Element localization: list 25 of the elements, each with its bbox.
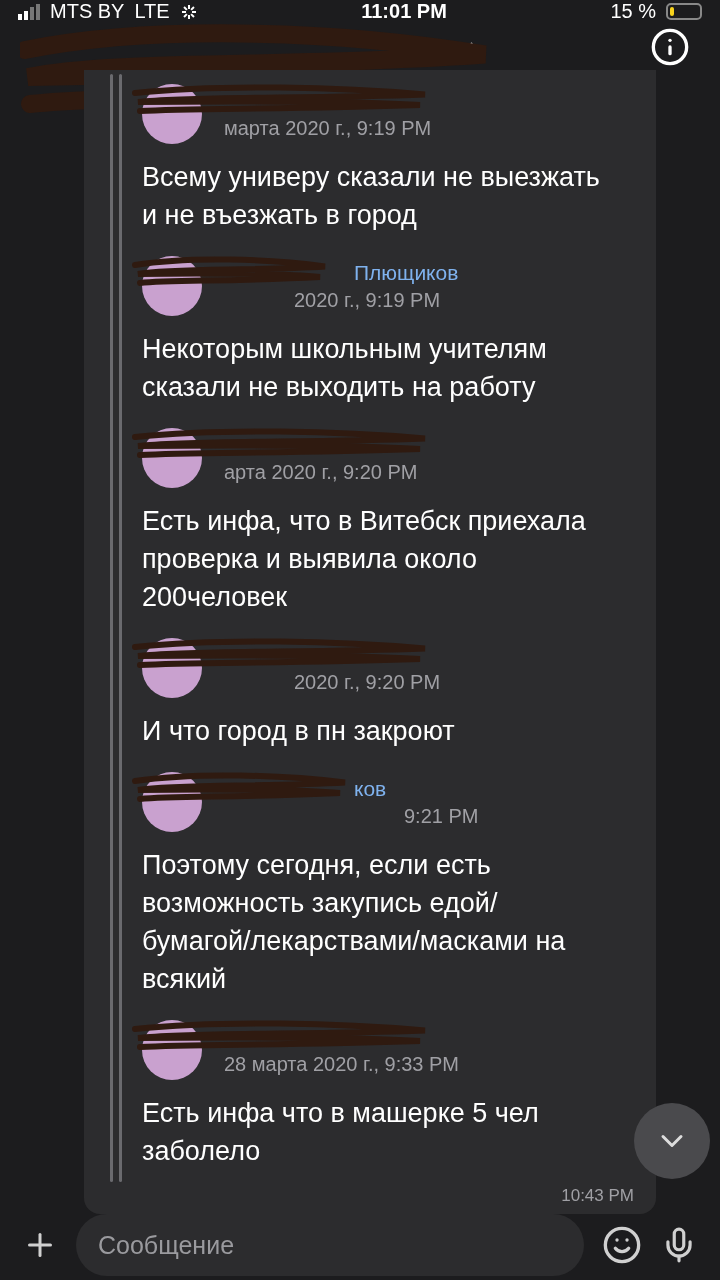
- signal-icon: [18, 3, 40, 20]
- message-date: 2020 г., 9:19 PM: [294, 288, 442, 312]
- message-text: И что город в пн закроют: [142, 715, 456, 748]
- battery-percent: 15 %: [610, 0, 656, 23]
- message-text: Поэтому сегодня, если есть возможность закупись едой/бумагой/лекарствами/масками на всякий: [142, 849, 567, 996]
- message-field[interactable]: Сообщение: [76, 1214, 584, 1276]
- message-date: арта 2020 г., 9:20 PM: [224, 460, 418, 484]
- message-text: Некоторым школьным учителям сказали не выходить на работу: [142, 333, 548, 404]
- author-name: ков: [354, 776, 388, 801]
- message-date: марта 2020 г., 9:19 PM: [224, 116, 432, 140]
- info-icon[interactable]: [650, 26, 690, 67]
- battery-icon: [666, 3, 702, 20]
- clock: 11:01 PM: [361, 0, 447, 23]
- message-date: 9:21 PM: [404, 804, 479, 828]
- message-text: Есть инфа что в машерке 5 чел заболело: [142, 1097, 540, 1168]
- message-text: Есть инфа, что в Витебск приехала проверка и выявила около 200человек: [142, 505, 587, 614]
- author-name: Плющиков: [354, 260, 459, 285]
- network-type: LTE: [134, 0, 170, 23]
- emoji-button[interactable]: [602, 1225, 642, 1265]
- message-date: 2020 г., 9:20 PM: [294, 670, 441, 694]
- message-time: 10:43 PM: [561, 1186, 634, 1206]
- carrier-name: MTS BY: [50, 0, 125, 23]
- message-date: 28 марта 2020 г., 9:33 PM: [224, 1052, 460, 1076]
- message-text: Всему универу сказали не выезжать и не въезжать в город: [142, 161, 601, 232]
- loading-icon: [179, 2, 198, 21]
